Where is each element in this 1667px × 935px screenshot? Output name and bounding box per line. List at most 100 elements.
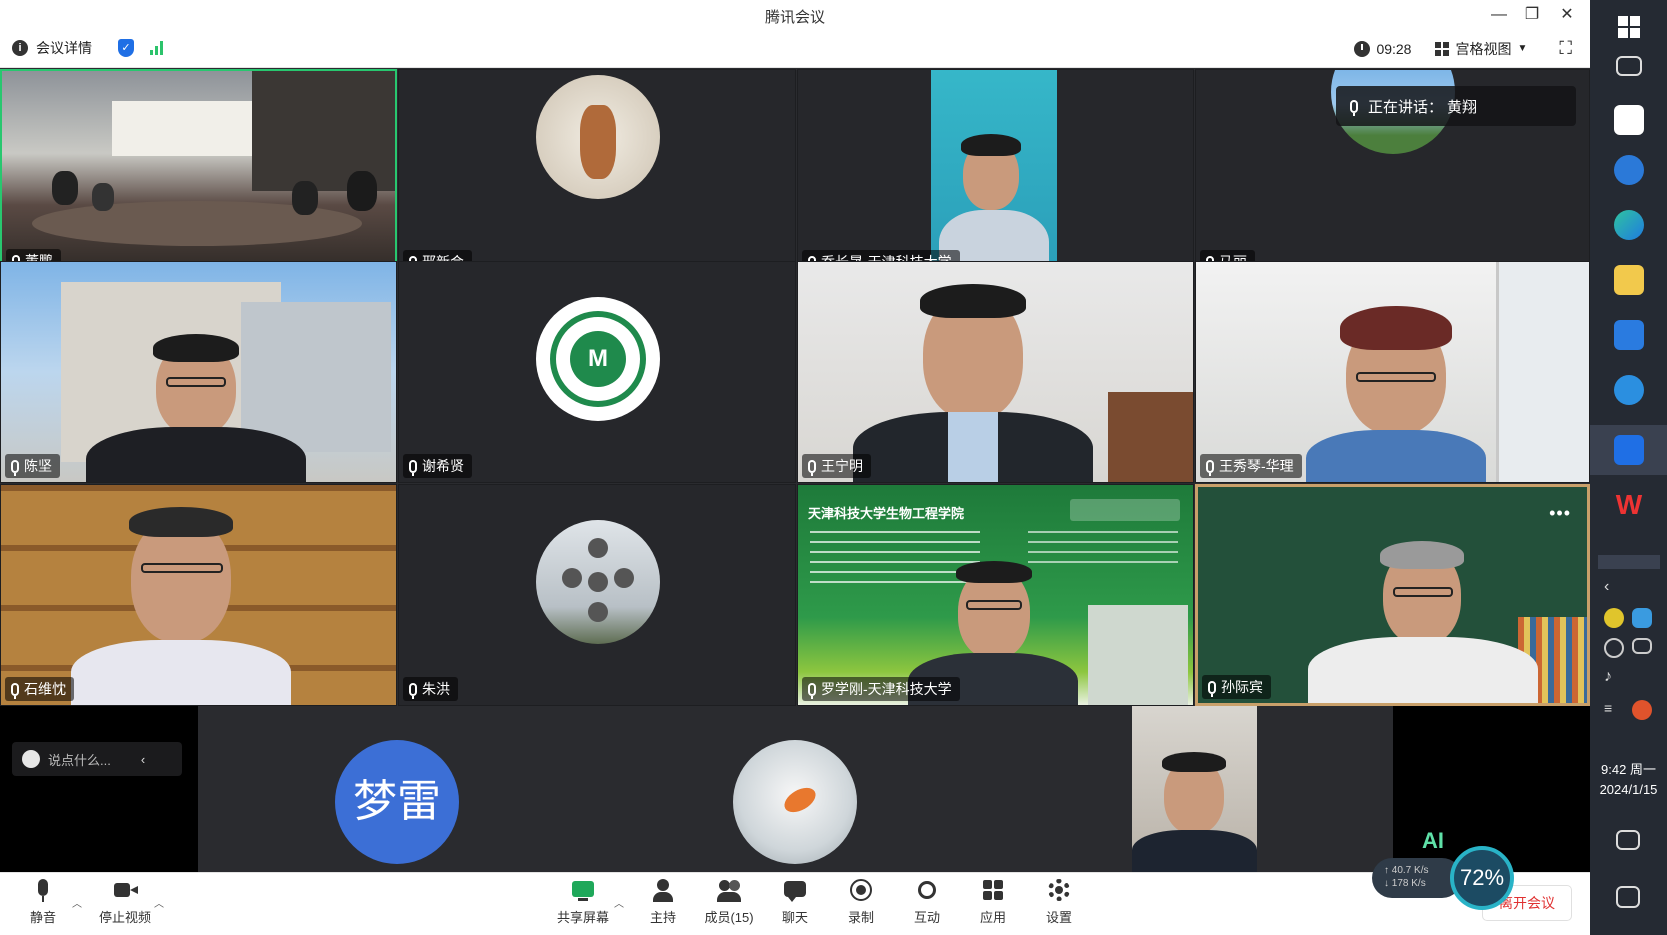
- network-tray-icon[interactable]: [1632, 638, 1652, 654]
- microphone-icon: [1350, 99, 1358, 116]
- cpu-usage-gauge: 72%: [1450, 846, 1514, 910]
- close-button[interactable]: ✕: [1553, 4, 1581, 26]
- slide-logo-icon: [1070, 499, 1180, 521]
- stop-video-button[interactable]: 停止视频: [90, 879, 160, 926]
- meeting-window: 腾讯会议 — ❐ ✕ i 会议详情 ✓ 09:28 宫格视图 ▼ ⛶ 陈坚 M …: [0, 0, 1590, 935]
- mute-button[interactable]: 静音: [8, 879, 78, 926]
- chevron-up-icon[interactable]: ︿: [614, 895, 624, 910]
- app-store-icon[interactable]: [1614, 105, 1644, 135]
- video-tile-11[interactable]: ••• 孙际宾: [1195, 484, 1590, 706]
- tray-cloud-icon[interactable]: [1632, 608, 1652, 628]
- os-taskbar: W ‹ ♪ ≡ 9:42 周一 2024/1/15: [1590, 0, 1667, 935]
- video-tile-10[interactable]: 天津科技大学生物工程学院 罗学刚-天津科技大学: [797, 484, 1194, 706]
- microphone-icon: [11, 682, 19, 699]
- host-button[interactable]: 主持: [628, 879, 698, 926]
- minimize-button[interactable]: —: [1485, 4, 1513, 26]
- video-tile-9[interactable]: 朱洪: [398, 484, 796, 706]
- initial-avatar[interactable]: 梦雷: [335, 740, 459, 864]
- ai-label: AI: [1422, 828, 1444, 853]
- grid-view-icon[interactable]: [1435, 41, 1450, 56]
- wifi-icon[interactable]: [1604, 638, 1624, 658]
- restore-button[interactable]: ❐: [1518, 4, 1546, 26]
- chevron-up-icon[interactable]: ︿: [72, 895, 82, 910]
- participant-name-tag: 谢希贤: [403, 454, 472, 478]
- settings-button[interactable]: 设置: [1024, 879, 1094, 926]
- microphone-icon: [808, 459, 816, 476]
- chat-button[interactable]: 聊天: [760, 879, 830, 926]
- chevron-up-icon[interactable]: ︿: [154, 895, 164, 910]
- apps-button[interactable]: 应用: [958, 879, 1028, 926]
- video-tile-7[interactable]: 王秀琴-华理: [1195, 261, 1590, 483]
- members-button[interactable]: 成员(15): [694, 879, 764, 926]
- participant-name-tag: 王宁明: [802, 454, 871, 478]
- ie-browser-icon[interactable]: [1614, 155, 1644, 185]
- host-icon: [650, 879, 676, 903]
- clock-time: 9:42 周一: [1601, 762, 1656, 777]
- windows-start-icon[interactable]: [1614, 12, 1644, 42]
- file-explorer-icon[interactable]: [1614, 265, 1644, 295]
- fullscreen-icon[interactable]: ⛶: [1559, 38, 1572, 59]
- microphone-icon: [1206, 459, 1214, 476]
- atomium-avatar: [536, 520, 660, 644]
- university-logo-avatar: M: [536, 297, 660, 421]
- record-button[interactable]: 录制: [826, 879, 896, 926]
- notification-center-icon[interactable]: [1616, 886, 1640, 908]
- security-shield-icon[interactable]: ✓: [118, 39, 134, 57]
- video-tile-0[interactable]: 董鹏: [0, 69, 397, 279]
- view-mode-selector[interactable]: 宫格视图: [1455, 39, 1511, 59]
- tray-app-icon[interactable]: [1604, 608, 1624, 628]
- network-speed-box: ↑ 40.7 K/s ↓ 178 K/s: [1372, 858, 1462, 898]
- speaking-indicator: 正在讲话： 黄翔: [1336, 86, 1576, 126]
- video-tile-6[interactable]: 王宁明: [797, 261, 1194, 483]
- tencent-meeting-icon[interactable]: [1614, 435, 1644, 465]
- network-monitor-widget[interactable]: AI ↑ 40.7 K/s ↓ 178 K/s 72%: [1372, 828, 1520, 910]
- microphone-icon: [808, 682, 816, 699]
- video-tile-4[interactable]: 陈坚: [0, 261, 397, 483]
- chevron-down-icon[interactable]: ▼: [1517, 43, 1527, 54]
- browser-icon[interactable]: [1614, 375, 1644, 405]
- taskbar-clock[interactable]: 9:42 周一 2024/1/15: [1590, 760, 1667, 800]
- chevron-left-icon[interactable]: ‹: [141, 752, 145, 767]
- video-tile-5[interactable]: M 谢希贤: [398, 261, 796, 483]
- participant-name-tag: 陈坚: [5, 454, 60, 478]
- video-feed-office: [798, 262, 1193, 482]
- interact-button[interactable]: 互动: [892, 879, 962, 926]
- video-feed-thumbnail[interactable]: [1132, 706, 1257, 872]
- participant-name-tag: 王秀琴-华理: [1200, 454, 1302, 478]
- clock-date: 2024/1/15: [1599, 782, 1658, 797]
- participant-strip: 说点什么... ‹ 梦雷: [0, 706, 1590, 872]
- video-tile-1[interactable]: 邢新会: [398, 69, 796, 279]
- chat-preview-bubble[interactable]: 说点什么... ‹: [12, 742, 182, 776]
- microphone-icon: [1208, 680, 1216, 697]
- slide-title: 天津科技大学生物工程学院: [808, 506, 965, 521]
- meeting-info-bar: i 会议详情 ✓ 09:28 宫格视图 ▼ ⛶: [0, 30, 1590, 68]
- sogou-input-icon[interactable]: [1632, 700, 1652, 720]
- chat-bubble-icon: [782, 879, 808, 903]
- task-view-icon[interactable]: [1616, 56, 1642, 76]
- lenovo-app-icon[interactable]: [1614, 320, 1644, 350]
- edge-browser-icon[interactable]: [1614, 210, 1644, 240]
- profile-avatar-vase: [536, 75, 660, 199]
- ime-icon[interactable]: ≡: [1604, 700, 1624, 720]
- video-feed-bookshelf: [1, 485, 396, 705]
- chevron-left-icon[interactable]: ‹: [1604, 578, 1609, 596]
- video-tile-2[interactable]: 乔长晟-天津科技大学: [797, 69, 1194, 279]
- video-feed-greenboard: [1198, 487, 1587, 703]
- wps-icon[interactable]: W: [1614, 490, 1644, 520]
- participant-name-tag: 孙际宾: [1202, 675, 1271, 699]
- info-icon[interactable]: i: [12, 40, 28, 56]
- video-tile-8[interactable]: 石维忱: [0, 484, 397, 706]
- interact-icon: [914, 879, 940, 903]
- members-icon: [716, 879, 742, 903]
- more-options-icon[interactable]: •••: [1549, 503, 1571, 524]
- show-desktop-icon[interactable]: [1616, 830, 1640, 850]
- microphone-icon: [409, 459, 417, 476]
- record-icon: [848, 879, 874, 903]
- goldfish-avatar[interactable]: [733, 740, 857, 864]
- chat-avatar-icon: [22, 750, 40, 768]
- network-signal-icon[interactable]: [150, 41, 163, 55]
- participant-name-tag: 石维忱: [5, 677, 74, 701]
- share-screen-button[interactable]: 共享屏幕: [548, 879, 618, 926]
- meeting-details-link[interactable]: 会议详情: [36, 38, 92, 58]
- volume-icon[interactable]: ♪: [1604, 668, 1624, 688]
